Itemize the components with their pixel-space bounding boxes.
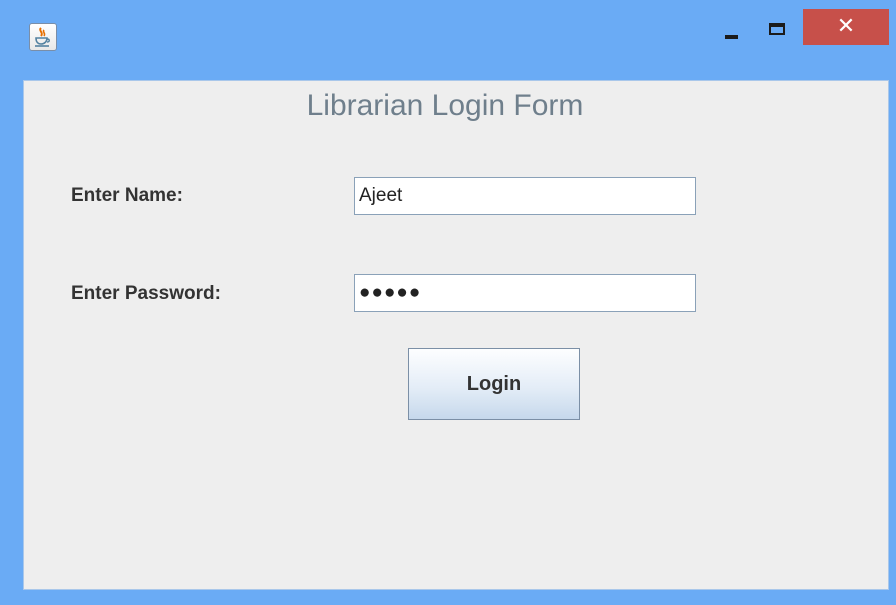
password-field[interactable]: ●●●●●	[354, 274, 696, 312]
password-label: Enter Password:	[71, 283, 221, 304]
minimize-icon[interactable]	[711, 9, 751, 45]
maximize-icon[interactable]	[757, 9, 799, 45]
name-label: Enter Name:	[71, 185, 183, 206]
name-field[interactable]: Ajeet	[354, 177, 696, 215]
close-icon[interactable]: ✕	[803, 9, 889, 45]
java-icon[interactable]	[29, 23, 57, 51]
form-panel: Librarian Login Form Enter Name: Ajeet E…	[23, 80, 889, 590]
form-title: Librarian Login Form	[306, 89, 584, 122]
login-window: ✕ Librarian Login Form Enter Name: Ajeet…	[0, 0, 896, 605]
login-button[interactable]: Login	[408, 348, 580, 420]
title-bar[interactable]: ✕	[0, 0, 896, 80]
